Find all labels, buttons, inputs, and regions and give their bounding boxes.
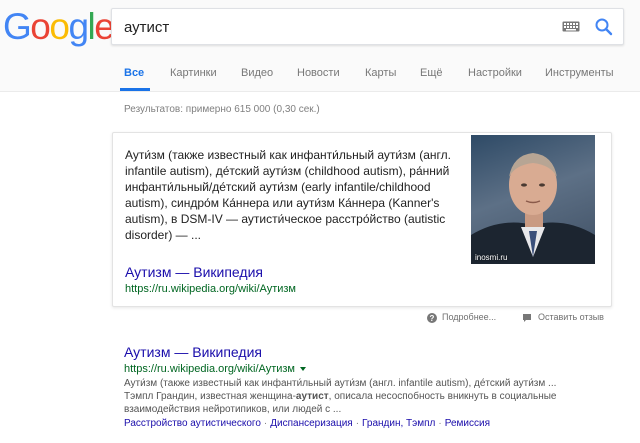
results-stats: Результатов: примерно 615 000 (0,30 сек.…	[124, 104, 320, 115]
snippet-text: , описала несоспобность вникнуть в социа…	[328, 391, 557, 402]
snippet-line: Аути́зм (также известный как инфанти́льн…	[124, 378, 557, 389]
sitelink[interactable]: Грандин, Тэмпл	[362, 418, 435, 429]
featured-link-url: https://ru.wikipedia.org/wiki/Аутизм	[125, 283, 296, 295]
featured-image[interactable]: inosmi.ru	[471, 135, 595, 264]
featured-feedback-bar: ? Подробнее... Оставить отзыв	[0, 310, 640, 326]
featured-link-title[interactable]: Аутизм — Википедия	[125, 264, 263, 280]
sitelink[interactable]: Ремиссия	[445, 418, 490, 429]
search-result: Аутизм — Википедия https://ru.wikipedia.…	[124, 343, 624, 431]
sitelink-separator: ·	[438, 418, 442, 429]
more-info-link[interactable]: Подробнее...	[442, 312, 496, 322]
tab-settings[interactable]: Настройки	[468, 67, 522, 79]
google-logo[interactable]: Google	[3, 6, 115, 47]
portrait-image	[471, 153, 595, 264]
sitelink-separator: ·	[263, 418, 268, 429]
snippet-text: Тэмпл Грандин, известная женщина-	[124, 391, 296, 402]
search-icon[interactable]	[594, 17, 614, 37]
svg-text:?: ?	[430, 314, 435, 323]
result-url-text: https://ru.wikipedia.org/wiki/Аутизм	[124, 363, 295, 375]
snippet-highlight: аутист	[295, 391, 329, 402]
logo-letter: o	[49, 6, 70, 47]
url-dropdown-icon[interactable]	[300, 367, 306, 371]
sitelink[interactable]: Диспансеризация	[270, 418, 352, 429]
tab-tools[interactable]: Инструменты	[545, 67, 614, 79]
header: Google Все Картинки Видео Новости Карты	[0, 0, 640, 92]
tab-video[interactable]: Видео	[241, 67, 273, 79]
tab-all[interactable]: Все	[124, 67, 144, 79]
search-box	[111, 8, 624, 45]
logo-letter: g	[68, 6, 89, 47]
tab-images[interactable]: Картинки	[170, 67, 217, 79]
tab-news[interactable]: Новости	[297, 67, 340, 79]
search-tabs: Все Картинки Видео Новости Карты Ещё Нас…	[0, 58, 640, 92]
snippet-line: Тэмпл Грандин, известная женщина-аутист,…	[124, 390, 624, 403]
tab-more[interactable]: Ещё	[420, 67, 443, 79]
sitelink[interactable]: Расстройство аутистического	[124, 418, 261, 429]
keyboard-icon[interactable]	[562, 21, 580, 32]
logo-letter: o	[30, 6, 51, 47]
tab-maps[interactable]: Карты	[365, 67, 396, 79]
help-icon[interactable]: ?	[427, 313, 437, 323]
image-source-caption: inosmi.ru	[475, 253, 508, 262]
leave-feedback-link[interactable]: Оставить отзыв	[538, 312, 604, 322]
search-input[interactable]	[124, 17, 544, 37]
snippet-line: взаимодействия нейротипиков, или людей с…	[124, 404, 342, 415]
result-sitelinks: Расстройство аутистического · Диспансериза…	[124, 417, 624, 431]
logo-letter: l	[87, 6, 96, 47]
result-title[interactable]: Аутизм — Википедия	[124, 343, 624, 361]
feedback-icon[interactable]	[522, 313, 532, 323]
featured-snippet-card: Аути́зм (также известный как инфанти́льн…	[112, 132, 612, 307]
result-url: https://ru.wikipedia.org/wiki/Аутизм	[124, 362, 624, 376]
featured-snippet-text: Аути́зм (также известный как инфанти́льн…	[125, 148, 451, 242]
sitelink-separator: ·	[355, 418, 360, 429]
logo-letter: G	[3, 6, 32, 47]
active-tab-indicator	[120, 88, 150, 91]
result-snippet: Аути́зм (также известный как инфанти́льн…	[124, 377, 624, 416]
